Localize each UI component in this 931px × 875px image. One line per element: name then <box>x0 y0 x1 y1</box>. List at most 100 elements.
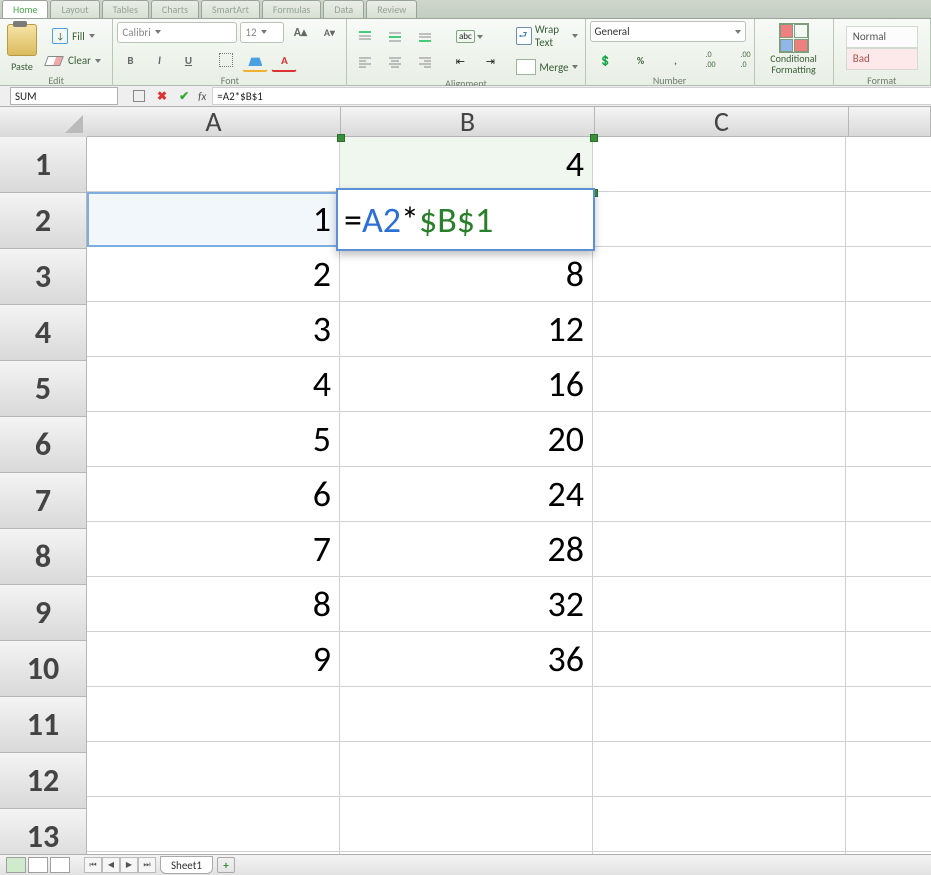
col-header-B[interactable]: B <box>341 107 595 137</box>
cell-A7[interactable]: 6 <box>87 467 340 522</box>
row-header-6[interactable]: 6 <box>0 417 87 473</box>
cell-D13[interactable] <box>846 797 931 852</box>
row-header-12[interactable]: 12 <box>0 753 87 809</box>
cell-A3[interactable]: 2 <box>87 247 340 302</box>
cell-A9[interactable]: 8 <box>87 577 340 632</box>
row-header-5[interactable]: 5 <box>0 361 87 417</box>
row-header-1[interactable]: 1 <box>0 137 87 193</box>
clear-button[interactable]: Clear <box>43 52 104 69</box>
cell-B1[interactable]: 4 <box>340 137 593 192</box>
cell-A1[interactable] <box>87 137 340 192</box>
sheet-nav-next[interactable]: ▶ <box>120 857 138 873</box>
increase-font-button[interactable]: A▴ <box>287 21 313 43</box>
row-header-7[interactable]: 7 <box>0 473 87 529</box>
cell-A13[interactable] <box>87 797 340 852</box>
cell-D8[interactable] <box>846 522 931 577</box>
tab-tables[interactable]: Tables <box>102 0 149 18</box>
row-header-9[interactable]: 9 <box>0 585 87 641</box>
wrap-text-button[interactable]: Wrap Text <box>513 21 580 51</box>
style-normal[interactable]: Normal <box>846 26 918 48</box>
row-header-8[interactable]: 8 <box>0 529 87 585</box>
accept-formula-button[interactable]: ✔ <box>176 87 192 106</box>
cell-B13[interactable] <box>340 797 593 852</box>
bold-button[interactable]: B <box>117 49 143 71</box>
style-bad[interactable]: Bad <box>846 48 918 70</box>
cell-C6[interactable] <box>593 412 846 467</box>
cell-editing-overlay[interactable]: =A2*$B$1 <box>336 188 595 251</box>
fill-color-button[interactable] <box>242 49 268 72</box>
cell-B8[interactable]: 28 <box>340 522 593 577</box>
tab-layout[interactable]: Layout <box>50 0 99 18</box>
align-right-button[interactable] <box>411 51 439 73</box>
align-top-button[interactable] <box>351 26 379 48</box>
cell-C14[interactable] <box>593 852 846 854</box>
cancel-formula-button[interactable]: ✖ <box>154 87 170 106</box>
number-format-combo[interactable]: General <box>590 21 746 42</box>
cell-A2[interactable]: 1 <box>87 192 340 247</box>
cell-A5[interactable]: 4 <box>87 357 340 412</box>
cell-B3[interactable]: 8 <box>340 247 593 302</box>
cell-D9[interactable] <box>846 577 931 632</box>
view-page-break-button[interactable] <box>50 857 70 873</box>
col-header-C[interactable]: C <box>595 107 849 137</box>
cell-B10[interactable]: 36 <box>340 632 593 687</box>
cell-A4[interactable]: 3 <box>87 302 340 357</box>
paste-button[interactable] <box>4 22 40 58</box>
decrease-indent-button[interactable]: ⇤ <box>446 51 474 73</box>
cell-B4[interactable]: 12 <box>340 302 593 357</box>
cell-D7[interactable] <box>846 467 931 522</box>
tab-home[interactable]: Home <box>2 0 48 18</box>
add-sheet-button[interactable]: + <box>217 857 235 873</box>
cell-B12[interactable] <box>340 742 593 797</box>
row-header-4[interactable]: 4 <box>0 305 87 361</box>
align-middle-button[interactable] <box>381 26 409 48</box>
cell-C10[interactable] <box>593 632 846 687</box>
cell-C12[interactable] <box>593 742 846 797</box>
cell-D1[interactable] <box>846 137 931 192</box>
cell-D12[interactable] <box>846 742 931 797</box>
row-header-10[interactable]: 10 <box>0 641 87 697</box>
row-header-3[interactable]: 3 <box>0 249 87 305</box>
increase-indent-button[interactable]: ⇥ <box>476 51 504 73</box>
borders-button[interactable] <box>213 49 239 71</box>
cell-C4[interactable] <box>593 302 846 357</box>
formula-input[interactable]: =A2*$B$1 <box>212 87 931 105</box>
cell-D10[interactable] <box>846 632 931 687</box>
italic-button[interactable]: I <box>146 49 172 71</box>
decrease-font-button[interactable]: A▾ <box>316 21 342 43</box>
font-color-button[interactable]: A <box>271 49 297 72</box>
cell-A10[interactable]: 9 <box>87 632 340 687</box>
cell-C11[interactable] <box>593 687 846 742</box>
row-header-2[interactable]: 2 <box>0 193 87 249</box>
cell-C9[interactable] <box>593 577 846 632</box>
name-box[interactable]: SUM <box>10 87 118 105</box>
tab-smartart[interactable]: SmartArt <box>201 0 260 18</box>
cell-A6[interactable]: 5 <box>87 412 340 467</box>
sheet-nav-first[interactable]: ⏮ <box>84 857 102 873</box>
col-header-extra[interactable] <box>849 107 931 137</box>
cell-A11[interactable] <box>87 687 340 742</box>
underline-button[interactable]: U <box>175 49 201 71</box>
cell-A12[interactable] <box>87 742 340 797</box>
increase-decimal-button[interactable]: .0.00 <box>695 49 727 71</box>
cell-C1[interactable] <box>593 137 846 192</box>
cell-C13[interactable] <box>593 797 846 852</box>
cell-D4[interactable] <box>846 302 931 357</box>
cell-D2[interactable] <box>846 192 931 247</box>
comma-button[interactable]: , <box>660 49 692 71</box>
cell-D11[interactable] <box>846 687 931 742</box>
cell-B11[interactable] <box>340 687 593 742</box>
area-picker[interactable] <box>130 88 148 104</box>
sheet-nav-last[interactable]: ⏭ <box>138 857 156 873</box>
select-all-corner[interactable] <box>0 107 88 138</box>
tab-charts[interactable]: Charts <box>151 0 199 18</box>
fill-button[interactable]: ↓ Fill <box>43 26 104 46</box>
align-bottom-button[interactable] <box>411 26 439 48</box>
cell-D6[interactable] <box>846 412 931 467</box>
align-left-button[interactable] <box>351 51 379 73</box>
cell-C5[interactable] <box>593 357 846 412</box>
cell-C8[interactable] <box>593 522 846 577</box>
align-center-button[interactable] <box>381 51 409 73</box>
cell-D5[interactable] <box>846 357 931 412</box>
sheet-tab-sheet1[interactable]: Sheet1 <box>160 856 213 874</box>
